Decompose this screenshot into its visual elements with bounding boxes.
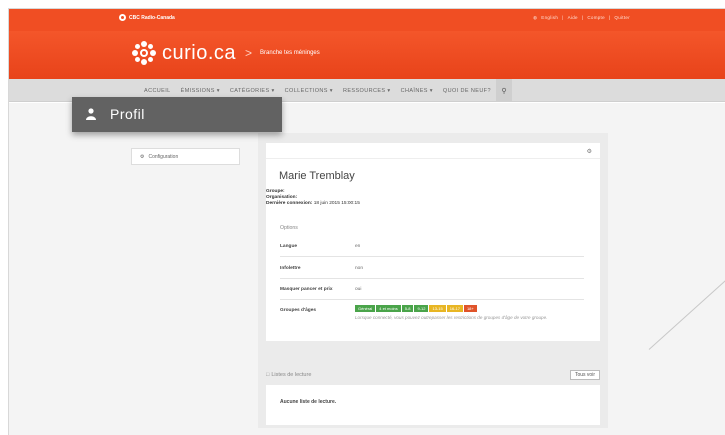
option-label: Langue [280, 244, 298, 249]
nav-accueil[interactable]: ACCUEIL [139, 88, 176, 94]
age-badge: 18+ [463, 305, 477, 312]
option-label: Masquer pancer et prix [280, 287, 333, 292]
reading-lists-empty: Aucune liste de lecture. [280, 399, 337, 405]
top-bar: CBC Radio-Canada ◍ English | Aide | Comp… [9, 9, 725, 31]
site-logo[interactable]: curio.ca > Branche tes méninges [132, 41, 320, 65]
page-content: ⚙ Configuration ⚙ Marie Tremblay Groupe:… [9, 103, 725, 435]
site-header: curio.ca > Branche tes méninges [9, 31, 725, 79]
tagline: Branche tes méninges [260, 50, 320, 56]
left-menu: ⚙ Configuration [131, 148, 240, 165]
cbc-gem-logo-icon [132, 41, 156, 65]
globe-icon: ◍ [533, 15, 538, 20]
reading-lists-section: □ Listes de lecture Tous voir Aucune lis… [258, 365, 608, 428]
age-group-badges: Général 4 et moins 5-8 9-12 13-15 16-17 … [355, 305, 477, 312]
logo-separator: > [245, 46, 253, 60]
age-badge: 4 et moins [376, 305, 401, 312]
option-row-masquer: Masquer pancer et prix oui [280, 282, 584, 300]
see-all-button[interactable]: Tous voir [569, 370, 600, 380]
left-menu-configuration[interactable]: ⚙ Configuration [140, 154, 178, 160]
profile-panel: ⚙ Marie Tremblay Groupe: Organisation: D… [258, 133, 608, 428]
left-menu-configuration-label: Configuration [148, 154, 179, 160]
age-badge: 13-15 [429, 305, 446, 312]
options-title: Options [280, 225, 298, 231]
reading-lists-body: Aucune liste de lecture. [266, 385, 600, 425]
reading-lists-header: □ Listes de lecture Tous voir [266, 369, 600, 383]
browser-viewport: CBC Radio-Canada ◍ English | Aide | Comp… [8, 8, 725, 435]
user-name: Marie Tremblay [279, 170, 355, 182]
logo-text: curio.ca [162, 41, 237, 64]
option-value: oui [355, 287, 362, 292]
search-icon[interactable]: ⚲ [495, 79, 512, 102]
cbc-brand-text: CBC Radio-Canada [129, 14, 175, 21]
gear-icon: ⚙ [140, 154, 145, 160]
nav-collections[interactable]: COLLECTIONS ▾ [280, 88, 338, 94]
top-link-english[interactable]: English [541, 15, 558, 21]
age-badge: 5-8 [401, 305, 414, 312]
profil-popup[interactable]: Profil [72, 97, 282, 132]
nav-categories[interactable]: CATÉGORIES ▾ [225, 88, 280, 94]
option-value: non [355, 266, 364, 271]
nav-chaines[interactable]: CHAÎNES ▾ [396, 88, 438, 94]
age-groups-label: Groupes d'âges [280, 308, 317, 313]
last-login-value: 18 juin 2015 15:00:15 [313, 201, 360, 207]
top-links: ◍ English | Aide | Compte | Quitter [533, 15, 630, 21]
cbc-brand[interactable]: CBC Radio-Canada [119, 14, 175, 21]
option-row-infolettre: Infolettre non [280, 261, 584, 279]
settings-gear-icon[interactable]: ⚙ [587, 148, 592, 155]
bookmark-icon: □ [266, 372, 270, 378]
last-login-label: Dernière connexion: [266, 201, 313, 207]
age-badge: 16-17 [446, 305, 463, 312]
last-login: Dernière connexion: 18 juin 2015 15:00:1… [266, 201, 360, 207]
top-link-aide[interactable]: Aide [568, 15, 578, 21]
profile-card: ⚙ Marie Tremblay Groupe: Organisation: D… [266, 143, 600, 341]
top-link-quitter[interactable]: Quitter [614, 15, 630, 21]
top-link-compte[interactable]: Compte [587, 15, 605, 21]
option-row-age-groups: Groupes d'âges Général 4 et moins 5-8 9-… [280, 303, 584, 335]
profile-card-header: ⚙ [266, 143, 600, 159]
user-icon [86, 108, 96, 120]
profil-label: Profil [110, 106, 145, 122]
nav-quoi-de-neuf[interactable]: QUOI DE NEUF? [438, 88, 496, 94]
reading-lists-title: □ Listes de lecture [266, 372, 311, 378]
profile-meta: Groupe: Organisation: Dernière connexion… [266, 189, 360, 208]
option-row-langue: Langue en [280, 239, 584, 257]
nav-ressources[interactable]: RESSOURCES ▾ [338, 88, 396, 94]
nav-emissions[interactable]: ÉMISSIONS ▾ [176, 88, 225, 94]
option-value: en [355, 244, 361, 249]
reading-lists-title-text: Listes de lecture [271, 372, 312, 378]
option-label: Infolettre [280, 266, 301, 271]
age-badge: 9-12 [414, 305, 429, 312]
cbc-gem-icon [119, 14, 126, 21]
age-badge: Général [355, 305, 376, 312]
age-groups-note: Lorsque connecté, vous pouvez outrepasse… [355, 315, 548, 320]
